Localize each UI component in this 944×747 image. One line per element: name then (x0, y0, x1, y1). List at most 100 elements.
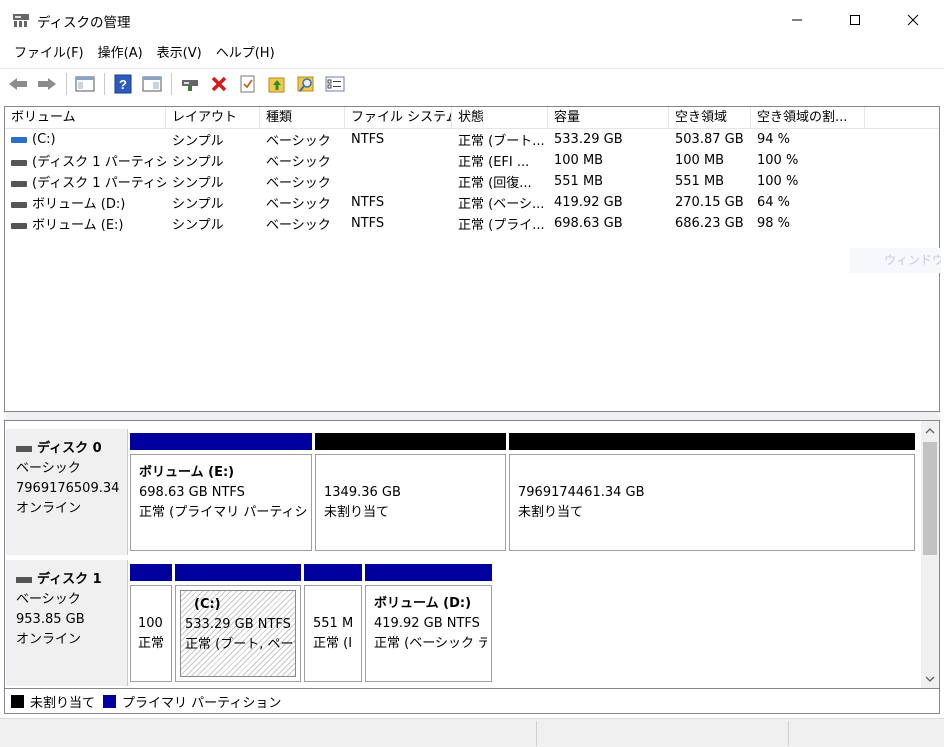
table-row[interactable]: (C:) シンプル ベーシック NTFS 正常 (ブート... 533.29 G… (5, 129, 939, 150)
free-percent-cell: 94 % (757, 132, 791, 147)
disk-icon (16, 446, 32, 452)
free-space-cell: 100 MB (675, 153, 725, 168)
toolbar-separator (66, 73, 67, 95)
search-icon[interactable] (294, 72, 318, 96)
partition-recovery[interactable]: 551 M 正常 (I (304, 564, 362, 682)
menu-view[interactable]: 表示(V) (150, 43, 209, 65)
partition-volume-d[interactable]: ボリューム (D:) 419.92 GB NTFS 正常 (ベーシック デ- (365, 564, 492, 682)
toolbar-separator (171, 73, 172, 95)
menu-bar: ファイル(F) 操作(A) 表示(V) ヘルプ(H) (0, 41, 944, 67)
back-arrow-icon[interactable] (6, 72, 30, 96)
free-space-cell: 551 MB (675, 174, 725, 189)
column-header-layout[interactable]: レイアウト (166, 107, 260, 129)
partition-volume-e[interactable]: ボリューム (E:) 698.63 GB NTFS 正常 (プライマリ パーティ… (130, 433, 312, 551)
pane-splitter[interactable] (4, 412, 940, 420)
partition-size: 100 (138, 616, 163, 631)
partition-status: 正常 (ブート, ページ (185, 637, 296, 652)
activate-windows-watermark: ウィンドウの (850, 248, 941, 273)
partition-size: 1349.36 GB (324, 485, 401, 500)
up-folder-icon[interactable] (265, 72, 289, 96)
volume-list-header: ボリューム レイアウト 種類 ファイル システム 状態 容量 空き領域 空き領域… (5, 107, 939, 129)
console-tree-icon[interactable] (73, 72, 97, 96)
volume-icon (11, 222, 27, 229)
partition-bar (130, 433, 312, 450)
menu-action[interactable]: 操作(A) (91, 43, 150, 65)
partition-status: 正常 (プライマリ パーティション (139, 505, 307, 520)
graph-scrollbar[interactable] (921, 421, 939, 689)
status-cell: 正常 (回復... (458, 176, 532, 191)
window-title: ディスクの管理 (37, 15, 131, 31)
toolbar: ? (0, 68, 944, 99)
table-row[interactable]: ボリューム (D:) シンプル ベーシック NTFS 正常 (ベーシ... 41… (5, 192, 939, 213)
menu-file[interactable]: ファイル(F) (7, 43, 91, 65)
volume-icon (11, 180, 27, 187)
disk-status: オンライン (16, 632, 82, 647)
free-space-cell: 686.23 GB (675, 216, 744, 231)
partition-bar (130, 564, 172, 581)
volume-name: (C:) (32, 132, 56, 147)
partition-title: (C:) (194, 597, 221, 612)
column-header-filesystem[interactable]: ファイル システム (345, 107, 452, 129)
maximize-button[interactable] (826, 0, 884, 40)
close-icon (907, 14, 919, 26)
free-percent-cell: 100 % (757, 153, 799, 168)
menu-help[interactable]: ヘルプ(H) (209, 43, 282, 65)
column-header-volume[interactable]: ボリューム (5, 107, 166, 129)
partition-status: 正常 (ベーシック デ- (374, 636, 487, 651)
partition-bar (365, 564, 492, 581)
partition-size: 698.63 GB NTFS (139, 485, 245, 500)
layout-cell: シンプル (172, 134, 224, 149)
volume-name: ボリューム (E:) (32, 218, 124, 233)
table-row[interactable]: (ディスク 1 パーティショ... シンプル ベーシック 正常 (EFI ...… (5, 150, 939, 171)
svg-text:?: ? (119, 77, 127, 92)
free-percent-cell: 98 % (757, 216, 791, 231)
details-pane-icon[interactable] (140, 72, 164, 96)
title-bar: ディスクの管理 (0, 0, 944, 40)
disk-icon (16, 577, 32, 583)
filesystem-cell: NTFS (351, 216, 385, 231)
legend-label-unallocated: 未割り当て (30, 695, 96, 711)
scroll-down-icon (925, 676, 935, 682)
disk-name: ディスク 0 (37, 441, 102, 456)
delete-icon[interactable] (207, 72, 231, 96)
column-header-capacity[interactable]: 容量 (548, 107, 669, 129)
disk-graph-view: ディスク 0 ベーシック 7969176509.34 オンライン ボリューム (… (4, 420, 940, 689)
properties-icon[interactable] (236, 72, 260, 96)
status-divider (536, 721, 537, 746)
partition-title: ボリューム (E:) (139, 465, 235, 480)
close-button[interactable] (884, 0, 942, 40)
status-cell: 正常 (EFI ... (458, 155, 530, 170)
connect-disk-icon[interactable] (178, 72, 202, 96)
capacity-cell: 551 MB (554, 174, 604, 189)
partition-unallocated-1[interactable]: 1349.36 GB 未割り当て (315, 433, 506, 551)
maximize-icon (850, 15, 860, 25)
table-row[interactable]: (ディスク 1 パーティショ... シンプル ベーシック 正常 (回復... 5… (5, 171, 939, 192)
volume-name: ボリューム (D:) (32, 197, 126, 212)
checklist-icon[interactable] (323, 72, 347, 96)
disk-0-label[interactable]: ディスク 0 ベーシック 7969176509.34 オンライン (6, 429, 128, 555)
column-header-type[interactable]: 種類 (260, 107, 345, 129)
column-header-free-percent[interactable]: 空き領域の割... (751, 107, 865, 129)
forward-arrow-icon[interactable] (35, 72, 59, 96)
layout-cell: シンプル (172, 176, 224, 191)
partition-unallocated-2[interactable]: 7969174461.34 GB 未割り当て (509, 433, 915, 551)
partition-efi[interactable]: 100 正常 (130, 564, 172, 682)
column-header-status[interactable]: 状態 (452, 107, 548, 129)
toolbar-separator (104, 73, 105, 95)
minimize-button[interactable] (768, 0, 826, 40)
capacity-cell: 698.63 GB (554, 216, 623, 231)
scrollbar-thumb[interactable] (923, 442, 937, 555)
help-icon[interactable]: ? (111, 72, 135, 96)
disk-1-label[interactable]: ディスク 1 ベーシック 953.85 GB オンライン (6, 560, 128, 686)
partition-c[interactable]: (C:) 533.29 GB NTFS 正常 (ブート, ページ (175, 564, 301, 682)
type-cell: ベーシック (266, 176, 331, 191)
partition-size: 7969174461.34 GB (518, 485, 645, 500)
layout-cell: シンプル (172, 218, 224, 233)
layout-cell: シンプル (172, 197, 224, 212)
filesystem-cell: NTFS (351, 195, 385, 210)
volume-icon (11, 201, 27, 208)
column-header-free-space[interactable]: 空き領域 (669, 107, 751, 129)
minimize-icon (792, 19, 802, 21)
legend: 未割り当て プライマリ パーティション (4, 688, 940, 714)
table-row[interactable]: ボリューム (E:) シンプル ベーシック NTFS 正常 (プライ... 69… (5, 213, 939, 234)
